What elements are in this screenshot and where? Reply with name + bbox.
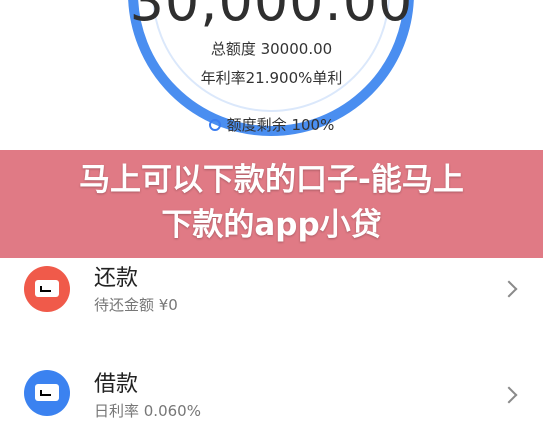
- banner-title: 马上可以下款的口子-能马上 下款的app小贷: [0, 158, 543, 248]
- borrow-daily-rate: 日利率 0.060%: [94, 402, 201, 420]
- borrow-ticket-icon: [24, 370, 70, 416]
- borrow-title: 借款: [94, 372, 139, 397]
- credit-summary-panel: 30,000.00 总额度 30000.00 年利率21.900%单利 额度剩余…: [0, 0, 543, 150]
- repay-card[interactable]: 还款 待还金额 ¥0: [0, 258, 543, 346]
- banner-title-line-2: 下款的app小贷: [161, 207, 382, 243]
- repay-ticket-icon: [24, 266, 70, 312]
- repay-due-amount: 待还金额 ¥0: [94, 296, 178, 314]
- remaining-limit-text: 额度剩余 100%: [226, 116, 335, 134]
- remaining-dot-icon: [208, 118, 221, 131]
- total-limit-text: 总额度 30000.00: [210, 40, 333, 58]
- annual-rate-text: 年利率21.900%单利: [200, 69, 343, 87]
- repay-title: 还款: [94, 266, 139, 291]
- chevron-right-icon: [500, 386, 518, 404]
- borrow-card[interactable]: 借款 日利率 0.060%: [0, 346, 543, 434]
- ticket-shape: [35, 384, 59, 401]
- available-amount: 30,000.00: [129, 0, 414, 33]
- remaining-limit: 额度剩余 100%: [0, 114, 543, 135]
- banner-title-line-1: 马上可以下款的口子-能马上: [79, 162, 464, 198]
- ticket-shape: [35, 280, 59, 297]
- title-banner: 马上可以下款的口子-能马上 下款的app小贷: [0, 150, 543, 258]
- chevron-right-icon: [500, 280, 518, 298]
